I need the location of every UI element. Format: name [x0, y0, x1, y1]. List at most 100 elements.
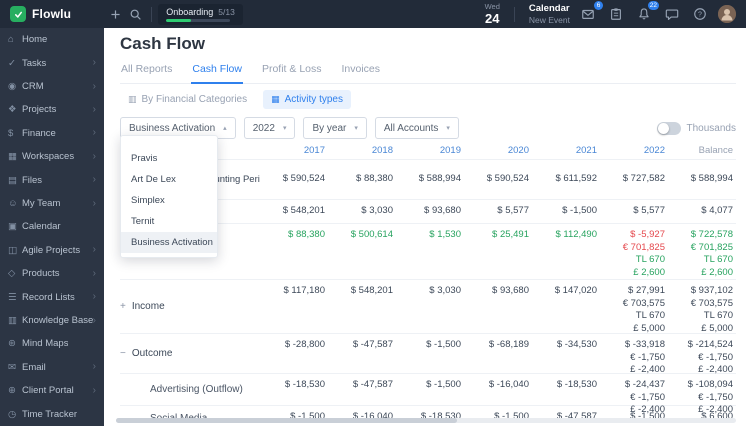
sidebar-item-finance[interactable]: $ Finance ›	[0, 122, 104, 145]
column-header-2021: 2021	[575, 144, 597, 156]
products-icon: ◇	[8, 268, 16, 280]
dropdown-item-pravis[interactable]: Pravis	[121, 148, 217, 169]
clipboard-icon[interactable]	[606, 4, 626, 24]
date-weekday: Wed	[484, 2, 500, 12]
bell-icon[interactable]: 22	[634, 1, 659, 24]
flowlu-logo[interactable]: Flowlu	[10, 6, 71, 22]
row-label-text: Advertising (Outflow)	[150, 384, 243, 395]
main-content: Cash Flow All Reports Cash Flow Profit & L…	[104, 28, 746, 426]
table-cell: $ 722,578 € 701,825 TL 670 £ 2,600	[668, 224, 736, 279]
table-cell: $ -16,040	[464, 374, 532, 405]
filter-select-by-year[interactable]: By year ▾	[303, 117, 367, 139]
search-icon[interactable]	[125, 4, 145, 24]
cell-value: $ 5,577	[497, 205, 529, 216]
sidebar-item-email[interactable]: ✉ Email ›	[0, 356, 104, 379]
cell-value: $ -108,094	[687, 379, 733, 390]
view-toggle-by-financial-categories[interactable]: ▥ By Financial Categories	[120, 90, 255, 109]
cell-value: € 701,825	[622, 241, 665, 253]
cell-value: $ -34,530	[556, 339, 597, 350]
cell-value: $ 88,380	[288, 229, 325, 240]
sidebar-item-files[interactable]: ▤ Files ›	[0, 168, 104, 191]
sidebar-item-time-tracker[interactable]: ◷ Time Tracker	[0, 403, 104, 426]
table-cell: $ 93,680	[464, 280, 532, 333]
table-cell: $ 5,577	[464, 200, 532, 223]
table-cell: $ -1,500	[532, 200, 600, 223]
tab-cash-flow[interactable]: Cash Flow	[191, 59, 243, 84]
sidebar-item-label: Files	[22, 174, 43, 186]
sidebar-item-agile-projects[interactable]: ◫ Agile Projects ›	[0, 239, 104, 262]
table-cell: $ 937,102 € 703,575 TL 670 £ 5,000	[668, 280, 736, 334]
chat-icon[interactable]	[662, 4, 682, 24]
filter-select-all-accounts[interactable]: All Accounts ▾	[374, 117, 459, 139]
select-value: By year	[312, 122, 347, 134]
flowlu-check-icon	[10, 6, 26, 22]
categories-list-icon: ▥	[128, 94, 137, 104]
report-tabs: All Reports Cash Flow Profit & Loss Invoice…	[120, 59, 736, 84]
sidebar-item-projects[interactable]: ❖ Projects ›	[0, 98, 104, 121]
filter-select-2022[interactable]: 2022 ▾	[243, 117, 296, 139]
projects-icon: ❖	[8, 104, 17, 116]
thousands-switch[interactable]	[656, 121, 681, 135]
horizontal-scrollbar[interactable]	[116, 418, 736, 423]
help-icon[interactable]: ?	[690, 4, 710, 24]
cell-value: $ 93,680	[424, 205, 461, 216]
row-label[interactable]: + Income	[120, 280, 260, 333]
topbar: Flowlu Onboarding 5/13 Wed 24 Calendar N…	[0, 0, 746, 28]
tab-all-reports[interactable]: All Reports	[120, 59, 173, 83]
cell-value: € -1,750	[698, 391, 733, 403]
sidebar-item-crm[interactable]: ◉ CRM ›	[0, 75, 104, 98]
mail-icon[interactable]: 6	[578, 1, 603, 24]
app-window: Flowlu Onboarding 5/13 Wed 24 Calendar N…	[0, 0, 746, 426]
user-avatar[interactable]	[718, 5, 736, 23]
calendar-new-event[interactable]: Calendar New Event	[529, 4, 570, 24]
table-cell: $ -1,500	[260, 406, 328, 426]
select-value: 2022	[252, 122, 275, 134]
dropdown-item-art-de-lex[interactable]: Art De Lex	[121, 169, 217, 190]
dropdown-item-ternit[interactable]: Ternit	[121, 211, 217, 232]
tab-invoices[interactable]: Invoices	[341, 59, 382, 83]
business-activity-dropdown: Pravis Art De Lex Simplex Ternit Business Ac…	[120, 135, 218, 258]
sidebar-item-knowledge-base[interactable]: ▥ Knowledge Base ›	[0, 309, 104, 332]
sidebar-item-mind-maps[interactable]: ⊛ Mind Maps	[0, 332, 104, 355]
tab-profit-loss[interactable]: Profit & Loss	[261, 59, 323, 83]
sidebar-item-label: Tasks	[22, 57, 47, 69]
expander-icon[interactable]: −	[120, 348, 126, 359]
sidebar-item-tasks[interactable]: ✓ Tasks ›	[0, 51, 104, 74]
view-toggle-activity-types[interactable]: ▦ Activity types	[263, 90, 351, 109]
cell-value: TL 670	[703, 254, 733, 265]
cell-value: $ -33,918	[624, 339, 665, 350]
table-cell: $ -1,500	[396, 374, 464, 405]
sidebar-item-record-lists[interactable]: ☰ Record Lists ›	[0, 285, 104, 308]
sidebar-item-calendar[interactable]: ▣ Calendar	[0, 215, 104, 238]
cell-value: $ 3,030	[429, 285, 461, 296]
cell-value: $ -47,587	[352, 339, 393, 350]
my-team-icon: ☺	[8, 198, 18, 210]
sidebar-item-client-portal[interactable]: ⊕ Client Portal ›	[0, 379, 104, 402]
sidebar-item-products[interactable]: ◇ Products ›	[0, 262, 104, 285]
finance-icon: $	[8, 127, 14, 139]
cell-value: $ 590,524	[486, 173, 529, 184]
table-cell: $ -18,530	[260, 374, 328, 405]
dropdown-item-simplex[interactable]: Simplex	[121, 190, 217, 211]
sidebar-item-workspaces[interactable]: ▦ Workspaces ›	[0, 145, 104, 168]
table-cell: $ -68,189	[464, 334, 532, 373]
expander-icon[interactable]: +	[120, 301, 126, 312]
row-label[interactable]: − Outcome	[120, 334, 260, 373]
table-cell: $ -28,800	[260, 334, 328, 373]
chevron-right-icon: ›	[92, 150, 96, 162]
sidebar-item-home[interactable]: ⌂ Home	[0, 28, 104, 51]
table-cell: $ 93,680	[396, 200, 464, 223]
dropdown-item-business-activation[interactable]: Business Activation	[121, 232, 217, 253]
add-button[interactable]	[105, 4, 125, 24]
cell-value: $ 88,380	[356, 173, 393, 184]
sidebar-item-my-team[interactable]: ☺ My Team ›	[0, 192, 104, 215]
cell-value: $ 1,530	[429, 229, 461, 240]
cell-value: TL 670	[635, 254, 665, 265]
new-event-label: New Event	[528, 14, 570, 25]
scrollbar-thumb[interactable]	[116, 418, 457, 423]
topbar-date[interactable]: Wed 24	[485, 3, 500, 25]
mind-maps-icon: ⊛	[8, 338, 16, 350]
onboarding-bar	[166, 18, 231, 22]
column-header-balance: Balance	[698, 144, 733, 156]
onboarding-progress[interactable]: Onboarding 5/13	[158, 3, 243, 25]
